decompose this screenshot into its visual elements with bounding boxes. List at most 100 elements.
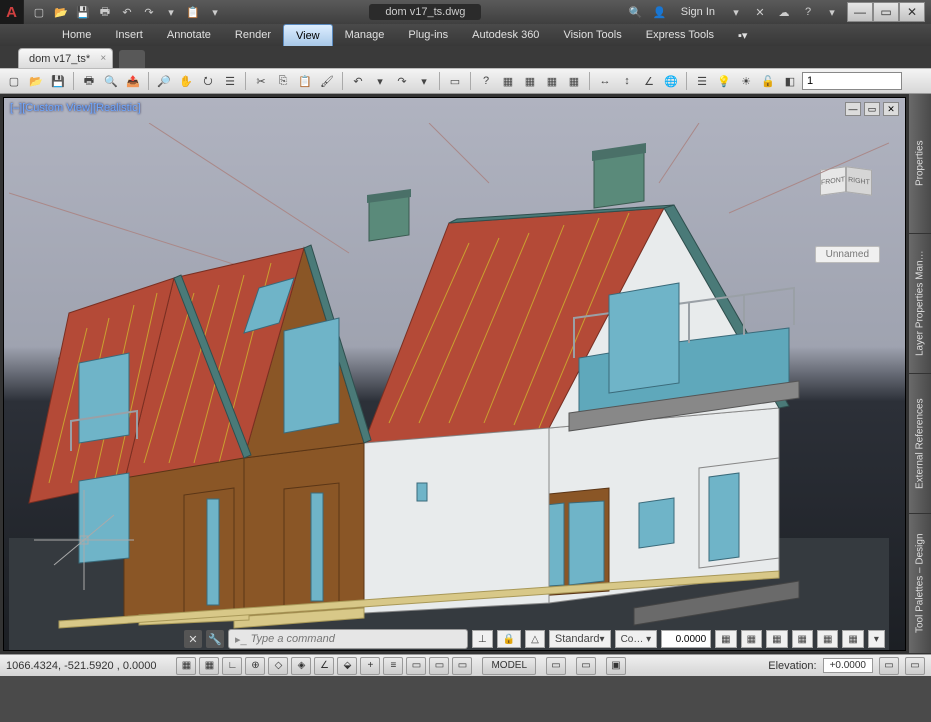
annoscale-icon[interactable]: △ <box>525 630 545 648</box>
tb-layer-bulb-icon[interactable]: 💡 <box>714 71 734 91</box>
tb-plot-icon[interactable]: 🖶 <box>79 71 99 91</box>
close-button[interactable]: ✕ <box>899 2 925 22</box>
new-icon[interactable]: ▢ <box>30 3 48 21</box>
sign-in-link[interactable]: Sign In <box>675 6 721 18</box>
vp-close-icon[interactable]: ✕ <box>883 102 899 116</box>
tb-preview-icon[interactable]: 🔍 <box>101 71 121 91</box>
cmd-config-icon[interactable]: 🔧 <box>206 630 224 648</box>
tb-orbit-icon[interactable]: ⭮ <box>198 71 218 91</box>
print-icon[interactable]: 🖶 <box>96 3 114 21</box>
tb-redo-icon[interactable]: ↷ <box>392 71 412 91</box>
tpy-icon[interactable]: ▭ <box>406 657 426 675</box>
doc-tab[interactable]: dom v17_ts* × <box>18 48 113 68</box>
tb-dim3-icon[interactable]: ∠ <box>639 71 659 91</box>
save-icon[interactable]: 💾 <box>74 3 92 21</box>
maximize-button[interactable]: ▭ <box>873 2 899 22</box>
menu-plugins[interactable]: Plug-ins <box>396 24 460 46</box>
style-combo[interactable]: Standard ▾ <box>549 630 611 648</box>
si2-icon[interactable]: ▦ <box>741 630 762 648</box>
search-icon[interactable]: 🔍 <box>627 3 645 21</box>
tb-new-icon[interactable]: ▢ <box>4 71 24 91</box>
lwt-icon[interactable]: ≡ <box>383 657 403 675</box>
si6-icon[interactable]: ▦ <box>842 630 863 648</box>
grid-icon[interactable]: ▦ <box>199 657 219 675</box>
tb-globe-icon[interactable]: 🌐 <box>661 71 681 91</box>
help-icon[interactable]: ? <box>799 3 817 21</box>
redo-icon[interactable]: ↷ <box>140 3 158 21</box>
menu-view[interactable]: View <box>283 24 333 46</box>
tb-publish-icon[interactable]: 📤 <box>123 71 143 91</box>
sc-icon[interactable]: ▭ <box>452 657 472 675</box>
si5-icon[interactable]: ▦ <box>817 630 838 648</box>
tb-select-icon[interactable]: ▭ <box>445 71 465 91</box>
tb-layer-lock-icon[interactable]: 🔓 <box>758 71 778 91</box>
panel-layer-properties[interactable]: Layer Properties Man… <box>909 234 931 374</box>
si3-icon[interactable]: ▦ <box>766 630 787 648</box>
status-layout2-icon[interactable]: ▭ <box>576 657 596 675</box>
vp-minimize-icon[interactable]: — <box>845 102 861 116</box>
osnap-icon[interactable]: ◇ <box>268 657 288 675</box>
status-maximize-icon[interactable]: ▣ <box>606 657 626 675</box>
layer-combo[interactable]: 1 <box>802 72 902 90</box>
axis-icon[interactable]: ⊥ <box>472 630 493 648</box>
3dosnap-icon[interactable]: ◈ <box>291 657 311 675</box>
tb-layer-color-icon[interactable]: ◧ <box>780 71 800 91</box>
tb-redo-dd-icon[interactable]: ▾ <box>414 71 434 91</box>
si4-icon[interactable]: ▦ <box>792 630 813 648</box>
tb-layer-mgr-icon[interactable]: ☰ <box>692 71 712 91</box>
tb-zoom-icon[interactable]: 🔎 <box>154 71 174 91</box>
tb-copy-icon[interactable]: ⎘ <box>273 71 293 91</box>
tb-cut-icon[interactable]: ✂ <box>251 71 271 91</box>
command-input[interactable] <box>251 633 461 645</box>
status-model[interactable]: MODEL <box>482 657 536 675</box>
menu-insert[interactable]: Insert <box>103 24 155 46</box>
panel-properties[interactable]: Properties <box>909 94 931 234</box>
tb-grid-icon[interactable]: ▦ <box>564 71 584 91</box>
tb-window1-icon[interactable]: ▦ <box>498 71 518 91</box>
tb-paste-icon[interactable]: 📋 <box>295 71 315 91</box>
status-extra2-icon[interactable]: ▭ <box>905 657 925 675</box>
tb-match-icon[interactable]: 🖌 <box>317 71 337 91</box>
menu-render[interactable]: Render <box>223 24 283 46</box>
tb-save-icon[interactable]: 💾 <box>48 71 68 91</box>
tb-layer-sun-icon[interactable]: ☀ <box>736 71 756 91</box>
polar-icon[interactable]: ⊕ <box>245 657 265 675</box>
dyn-icon[interactable]: + <box>360 657 380 675</box>
user-icon[interactable]: 👤 <box>651 3 669 21</box>
menu-visiontools[interactable]: Vision Tools <box>551 24 633 46</box>
si1-icon[interactable]: ▦ <box>715 630 736 648</box>
viewport[interactable]: [–][Custom View][Realistic] — ▭ ✕ FRONT … <box>3 97 906 651</box>
command-input-wrap[interactable]: ▸_ <box>228 629 468 649</box>
vp-maximize-icon[interactable]: ▭ <box>864 102 880 116</box>
menu-manage[interactable]: Manage <box>333 24 397 46</box>
tb-pan-icon[interactable]: ✋ <box>176 71 196 91</box>
signin-dropdown-icon[interactable]: ▾ <box>727 3 745 21</box>
tb-help-icon[interactable]: ? <box>476 71 496 91</box>
cloud-icon[interactable]: ☁ <box>775 3 793 21</box>
tb-props-icon[interactable]: ☰ <box>220 71 240 91</box>
tb-undo-icon[interactable]: ↶ <box>348 71 368 91</box>
tb-dim2-icon[interactable]: ↕ <box>617 71 637 91</box>
elevation-value[interactable]: +0.0000 <box>823 658 873 673</box>
ducs-icon[interactable]: ⬙ <box>337 657 357 675</box>
otrack-icon[interactable]: ∠ <box>314 657 334 675</box>
menu-home[interactable]: Home <box>50 24 103 46</box>
exchange-icon[interactable]: ✕ <box>751 3 769 21</box>
ortho-icon[interactable]: ∟ <box>222 657 242 675</box>
cmd-close-icon[interactable]: ✕ <box>184 630 202 648</box>
status-layout1-icon[interactable]: ▭ <box>546 657 566 675</box>
menu-expresstools[interactable]: Express Tools <box>634 24 726 46</box>
tb-dim1-icon[interactable]: ↔ <box>595 71 615 91</box>
coord-combo[interactable]: Co… ▾ <box>615 630 658 648</box>
qp-icon[interactable]: ▭ <box>429 657 449 675</box>
app-logo[interactable]: A <box>0 0 24 24</box>
status-extra1-icon[interactable]: ▭ <box>879 657 899 675</box>
tb-window3-icon[interactable]: ▦ <box>542 71 562 91</box>
minimize-button[interactable]: — <box>847 2 873 22</box>
si7-icon[interactable]: ▾ <box>868 630 885 648</box>
doc-tab-close-icon[interactable]: × <box>100 53 106 64</box>
snap-icon[interactable]: ▦ <box>176 657 196 675</box>
lock-icon[interactable]: 🔒 <box>497 630 521 648</box>
panel-tool-palettes[interactable]: Tool Palettes – Design <box>909 514 931 654</box>
clipboard-icon[interactable]: 📋 <box>184 3 202 21</box>
